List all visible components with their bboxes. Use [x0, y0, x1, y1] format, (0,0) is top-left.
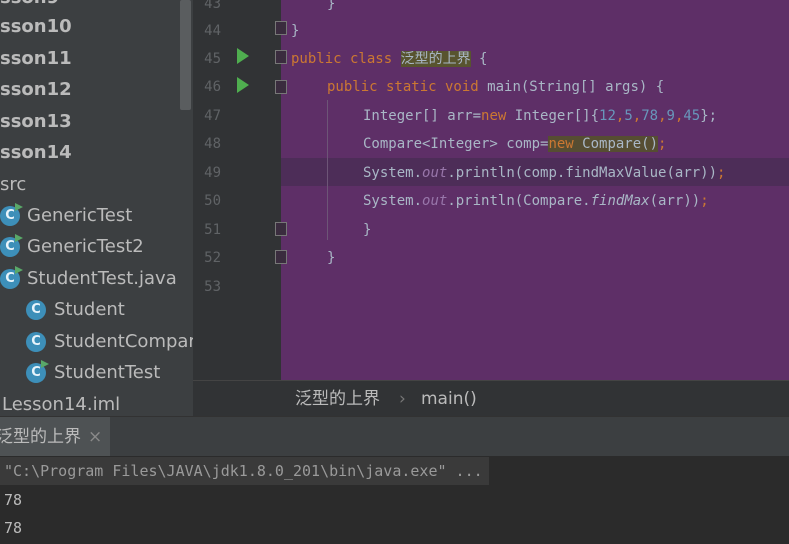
class-run-icon: C	[0, 234, 23, 257]
code-line-48: Compare<Integer> comp=new Compare();	[363, 136, 667, 152]
breadcrumb: 泛型的上界 › main()	[193, 380, 789, 417]
line-number: 52	[204, 250, 221, 266]
breadcrumb-separator: ›	[399, 389, 406, 409]
tree-item-label: Student	[54, 299, 125, 320]
run-tab-label: 泛型的上界	[0, 427, 81, 447]
console-output-line: 78	[4, 491, 23, 509]
fold-marker-icon[interactable]	[275, 21, 287, 35]
line-number: 47	[204, 108, 221, 124]
line-number: 48	[204, 136, 221, 152]
console-output-line: 78	[4, 519, 23, 537]
tree-item-module[interactable]: sson10	[0, 11, 72, 42]
run-tool-window-tabs: 泛型的上界 ×	[0, 416, 789, 457]
tree-item-folder[interactable]: src	[0, 169, 26, 200]
tree-item-class[interactable]: C StudentTest	[0, 357, 193, 388]
code-line-44: }	[291, 23, 300, 39]
run-class-icon[interactable]	[237, 48, 249, 64]
project-scrollbar[interactable]	[180, 0, 191, 110]
code-line-49: System.out.println(comp.findMaxValue(arr…	[363, 165, 726, 181]
line-number: 45	[204, 51, 221, 67]
fold-marker-icon[interactable]	[275, 222, 287, 236]
indent-guide	[327, 100, 328, 240]
tree-item-class[interactable]: C StudentCompare	[0, 326, 193, 357]
tree-item-module[interactable]: sson13	[0, 106, 72, 137]
close-icon[interactable]: ×	[88, 417, 102, 457]
code-editor[interactable]: 43 44 45 46 47 48 49 50 51 52 53 } } pub…	[193, 0, 789, 380]
console-command-line: "C:\Program Files\JAVA\jdk1.8.0_201\bin\…	[0, 457, 489, 485]
run-console[interactable]: "C:\Program Files\JAVA\jdk1.8.0_201\bin\…	[0, 456, 789, 544]
tree-item-module[interactable]: sson11	[0, 43, 72, 74]
line-number: 49	[204, 165, 221, 181]
tree-item-label: GenericTest2	[27, 236, 144, 257]
run-main-icon[interactable]	[237, 77, 249, 93]
code-line-50: System.out.println(Compare.findMax(arr))…	[363, 193, 709, 209]
code-line-51: }	[363, 222, 372, 238]
code-line-46: public static void main(String[] args) {	[327, 79, 665, 95]
tree-item-class[interactable]: C GenericTest2	[0, 231, 193, 262]
fold-marker-icon[interactable]	[275, 80, 287, 94]
line-number: 53	[204, 279, 221, 295]
code-line-45: public class 泛型的上界 {	[291, 51, 488, 67]
project-panel: sson9 sson10 sson11 sson12 sson13 sson14…	[0, 0, 193, 416]
line-number: 51	[204, 222, 221, 238]
code-line-47: Integer[] arr=new Integer[]{12,5,78,9,45…	[363, 108, 718, 124]
tree-item-label: GenericTest	[27, 205, 133, 226]
tree-item-label: StudentTest	[54, 362, 161, 383]
class-icon: C	[26, 300, 46, 320]
line-number: 46	[204, 79, 221, 95]
tree-item-label: StudentCompare	[54, 331, 193, 352]
class-run-icon: C	[0, 266, 23, 289]
tree-item-class[interactable]: C StudentTest.java	[0, 263, 193, 294]
tree-item-module[interactable]: sson14	[0, 137, 72, 168]
class-run-icon: C	[26, 360, 49, 383]
class-run-icon: C	[0, 203, 23, 226]
tree-item-class[interactable]: C Student	[0, 294, 193, 325]
breadcrumb-class[interactable]: 泛型的上界	[295, 381, 380, 417]
tree-item-label: StudentTest.java	[27, 268, 177, 289]
tree-item-module[interactable]: sson12	[0, 74, 72, 105]
fold-marker-icon[interactable]	[275, 250, 287, 264]
tree-item-file[interactable]: Lesson14.iml	[2, 389, 120, 416]
fold-marker-icon[interactable]	[275, 50, 287, 64]
code-line-43: }	[327, 0, 336, 12]
class-icon: C	[26, 332, 46, 352]
code-line-52: }	[327, 250, 336, 266]
tree-item-class[interactable]: C GenericTest	[0, 200, 193, 231]
line-number: 50	[204, 193, 221, 209]
breadcrumb-method[interactable]: main()	[421, 381, 477, 417]
line-number: 44	[204, 23, 221, 39]
line-number: 43	[204, 0, 221, 12]
tab-run-config[interactable]: 泛型的上界 ×	[0, 417, 110, 457]
